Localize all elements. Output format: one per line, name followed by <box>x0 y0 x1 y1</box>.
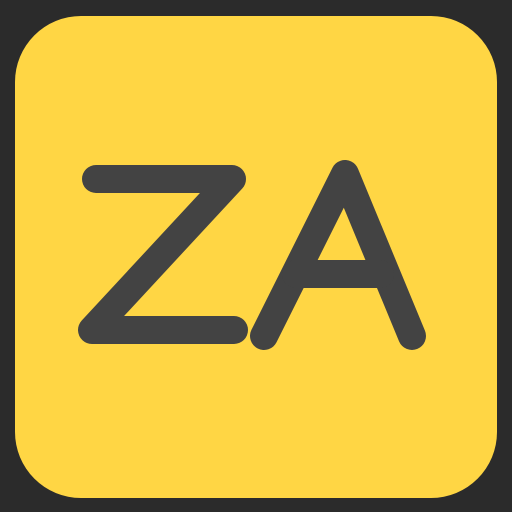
za-logo-icon <box>78 160 426 350</box>
letter-z-glyph <box>78 165 248 344</box>
letter-a-glyph <box>250 160 426 350</box>
